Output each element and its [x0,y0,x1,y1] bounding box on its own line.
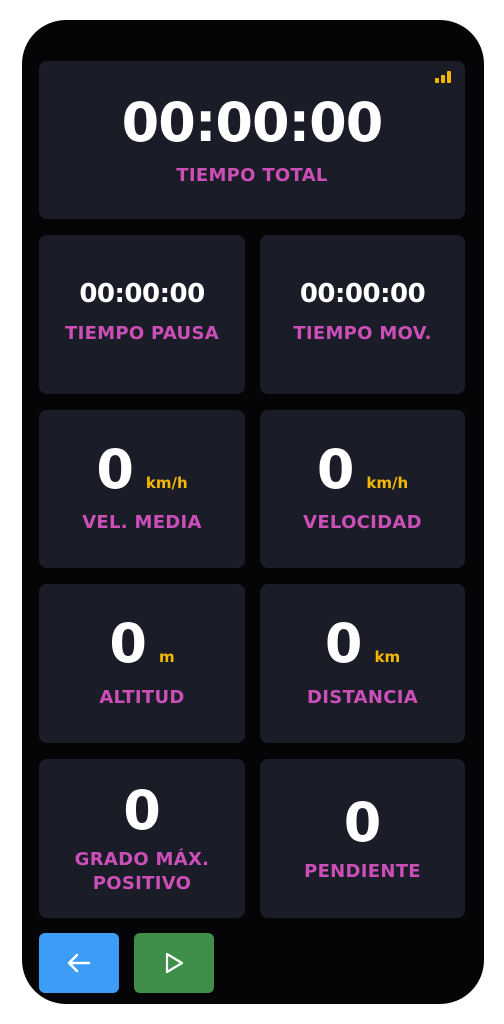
altitude-value: 0 [109,612,147,675]
avg-speed-value: 0 [96,438,134,501]
total-time-value: 00:00:00 [121,91,384,154]
avg-speed-label: VEL. MEDIA [82,512,202,533]
distance-value: 0 [324,612,363,675]
back-button[interactable] [39,933,119,993]
total-time-card: 00:00:00 TIEMPO TOTAL [39,61,465,219]
slope-label: PENDIENTE [304,861,421,882]
altitude-label: ALTITUD [99,687,185,708]
play-icon [165,952,184,974]
slope-value: 0 [343,791,382,854]
pause-time-label: TIEMPO PAUSA [65,323,219,344]
speed-unit: km/h [366,474,409,492]
app-screen: 00:00:00 TIEMPO TOTAL 00:00:00 TIEMPO PA… [22,20,484,1004]
altitude-card: 0 m ALTITUD [39,584,245,743]
moving-time-label: TIEMPO MOV. [293,323,432,344]
play-button[interactable] [134,933,214,993]
max-grade-value: 0 [123,779,161,842]
avg-speed-card: 0 km/h VEL. MEDIA [39,410,245,568]
altitude-unit: m [158,648,175,666]
moving-time-value: 00:00:00 [299,279,426,309]
speed-card: 0 km/h VELOCIDAD [260,410,465,568]
distance-unit: km [374,648,401,666]
total-time-label: TIEMPO TOTAL [176,165,328,186]
slope-card: 0 PENDIENTE [260,759,465,918]
pause-time-card: 00:00:00 TIEMPO PAUSA [39,235,245,394]
avg-speed-unit: km/h [145,474,188,492]
signal-bars-icon [435,71,451,83]
max-grade-card: 0 GRADO MÁX. POSITIVO [39,759,245,918]
speed-label: VELOCIDAD [303,512,422,533]
distance-card: 0 km DISTANCIA [260,584,465,743]
speed-value: 0 [316,438,355,501]
distance-label: DISTANCIA [306,687,419,708]
arrow-left-icon [67,953,91,973]
max-grade-label: GRADO MÁX. POSITIVO [74,849,210,894]
pause-time-value: 00:00:00 [79,279,205,309]
moving-time-card: 00:00:00 TIEMPO MOV. [260,235,465,394]
